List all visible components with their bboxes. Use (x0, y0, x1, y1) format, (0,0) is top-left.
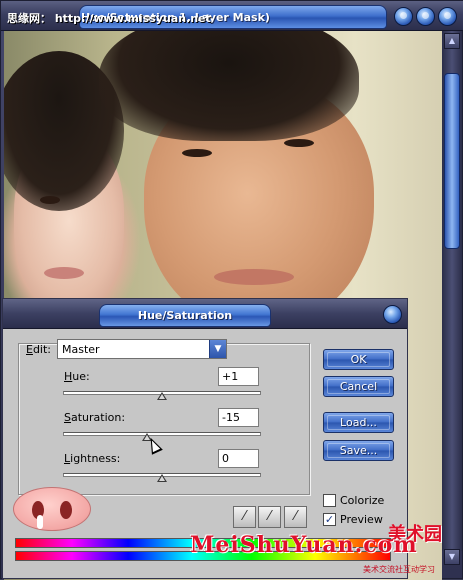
cancel-button[interactable]: Cancel (323, 376, 394, 397)
eyedropper-plus-icon[interactable]: ⁄ (258, 506, 281, 528)
edit-select[interactable]: Master ▼ (57, 339, 227, 359)
hue-label: Hue: (64, 370, 90, 383)
hue-input[interactable]: +1 (218, 367, 259, 386)
close-button[interactable] (438, 7, 457, 26)
edit-select-value: Master (62, 343, 100, 356)
tooth (37, 515, 43, 529)
hue-slider-thumb[interactable] (157, 392, 167, 400)
scroll-down-arrow[interactable]: ▼ (444, 549, 460, 565)
nostril-right (60, 501, 72, 519)
woman-eye (40, 196, 60, 204)
lightness-label: Lightness: (64, 452, 121, 465)
scrollbar-thumb[interactable] (444, 73, 460, 249)
ok-button[interactable]: OK (323, 349, 394, 370)
minimize-button[interactable] (394, 7, 413, 26)
load-button[interactable]: Load... (323, 412, 394, 433)
lightness-input[interactable]: 0 (218, 449, 259, 468)
scroll-up-arrow[interactable]: ▲ (444, 33, 460, 49)
saturation-slider-track[interactable] (63, 432, 261, 436)
eyedropper-minus-icon[interactable]: ⁄ (284, 506, 307, 528)
eyedropper-icon[interactable]: ⁄ (233, 506, 256, 528)
lightness-slider-thumb[interactable] (157, 474, 167, 482)
preview-checkbox[interactable]: ✓ (323, 513, 336, 526)
brand-logo: MeiShuYuan.com (190, 532, 418, 558)
saturation-label: Saturation: (64, 411, 126, 424)
man-hair (99, 31, 359, 141)
edit-label: Edit: (26, 343, 52, 356)
watermark-url: 思缘网： http://www.missyuan.net (7, 12, 211, 25)
dialog-close-button[interactable] (383, 305, 402, 324)
save-button[interactable]: Save... (323, 440, 394, 461)
dialog-title: Hue/Saturation (99, 304, 271, 327)
man-lips (214, 269, 294, 285)
saturation-input[interactable]: -15 (218, 408, 259, 427)
colorize-label: Colorize (340, 494, 385, 507)
preview-label: Preview (340, 513, 383, 526)
colorize-checkbox[interactable] (323, 494, 336, 507)
man-right-eye (284, 139, 314, 147)
woman-lips (44, 267, 84, 279)
brand-tagline: 美术交流社互动学习 (363, 565, 435, 574)
man-left-eye (182, 149, 212, 157)
chevron-down-icon[interactable]: ▼ (209, 340, 226, 358)
maximize-button[interactable] (416, 7, 435, 26)
pig-nose-icon (13, 487, 91, 531)
